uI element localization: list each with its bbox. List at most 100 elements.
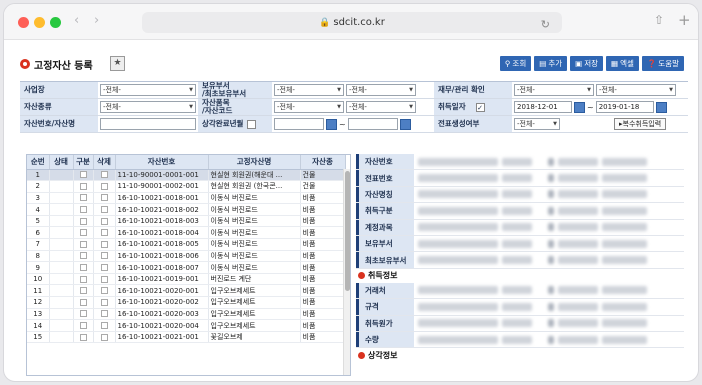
delete-checkbox[interactable] <box>100 229 108 237</box>
delete-checkbox[interactable] <box>100 333 108 341</box>
grid-scroll-thumb[interactable] <box>345 171 350 291</box>
acq-date-to-input[interactable]: 2019-01-18 <box>595 101 654 113</box>
type-checkbox[interactable] <box>79 182 87 190</box>
type-checkbox[interactable] <box>79 298 87 306</box>
first-holder-dept-select[interactable]: -전체- ▼ <box>346 84 416 96</box>
grid-header-cell[interactable]: 구분 <box>73 155 94 170</box>
type-checkbox[interactable] <box>79 171 87 179</box>
excel-button[interactable]: ▦ 엑셀 <box>606 56 639 71</box>
holder-dept-select[interactable]: -전체- ▼ <box>274 84 344 96</box>
table-row[interactable]: 15 16-10-10021-0021-001 꽃길오브제 비품 <box>27 331 346 344</box>
table-row[interactable]: 9 16-10-10021-0018-007 이동식 버진로드 비품 <box>27 261 346 274</box>
acq-date-checkbox[interactable]: ✓ <box>475 102 485 112</box>
asset-code-select[interactable]: -전체- ▼ <box>346 101 416 113</box>
multi-acq-input-button[interactable]: ▸복수취득입력 <box>614 118 667 130</box>
asset-item-select[interactable]: -전체- ▼ <box>274 101 344 113</box>
grid-scrollbar[interactable] <box>343 169 350 375</box>
detail-value[interactable] <box>414 170 684 185</box>
detail-value[interactable] <box>414 187 684 202</box>
table-row[interactable]: 7 16-10-10021-0018-005 이동식 버진로드 비품 <box>27 238 346 251</box>
save-button[interactable]: ▣ 저장 <box>570 56 604 71</box>
management-check-select[interactable]: -전체- ▼ <box>596 84 676 96</box>
calendar-icon[interactable] <box>326 118 337 130</box>
type-checkbox[interactable] <box>79 333 87 341</box>
type-checkbox[interactable] <box>79 206 87 214</box>
table-row[interactable]: 6 16-10-10021-0018-004 이동식 버진로드 비품 <box>27 226 346 240</box>
calendar-icon[interactable] <box>574 101 585 113</box>
type-checkbox[interactable] <box>79 287 87 295</box>
depr-complete-checkbox[interactable] <box>247 119 257 129</box>
detail-value[interactable] <box>414 203 684 218</box>
detail-value[interactable] <box>414 283 684 298</box>
delete-checkbox[interactable] <box>100 275 108 283</box>
delete-checkbox[interactable] <box>100 310 108 318</box>
delete-checkbox[interactable] <box>100 171 108 179</box>
delete-checkbox[interactable] <box>100 194 108 202</box>
type-checkbox[interactable] <box>79 275 87 283</box>
detail-value[interactable] <box>414 332 684 347</box>
detail-value[interactable] <box>414 252 684 267</box>
grid-header-cell[interactable]: 순번 <box>27 155 50 170</box>
asset-no-input[interactable] <box>100 118 196 130</box>
search-button[interactable]: ⚲ 조회 <box>499 56 532 71</box>
delete-checkbox[interactable] <box>100 206 108 214</box>
calendar-icon[interactable] <box>399 118 411 130</box>
detail-value[interactable] <box>414 299 684 314</box>
table-row[interactable]: 5 16-10-10021-0018-003 이동식 버진로드 비품 <box>27 215 346 228</box>
business-select[interactable]: -전체- ▼ <box>100 84 196 96</box>
detail-value[interactable] <box>414 154 684 169</box>
favorite-star-button[interactable]: ★ <box>110 56 125 71</box>
delete-checkbox[interactable] <box>100 217 108 225</box>
calendar-icon[interactable] <box>655 101 667 113</box>
detail-value[interactable] <box>414 220 684 235</box>
delete-checkbox[interactable] <box>100 182 108 190</box>
table-row[interactable]: 4 16-10-10021-0018-002 이동식 버진로드 비품 <box>27 203 346 216</box>
type-checkbox[interactable] <box>79 264 87 272</box>
add-button[interactable]: ▤ 추가 <box>534 56 568 71</box>
grid-header-cell[interactable]: 고정자산명 <box>208 155 301 170</box>
address-bar[interactable]: 🔒 sdcit.co.kr ↻ <box>142 12 562 33</box>
table-row[interactable]: 2 11-10-90001-0002-001 현실현 회원권 (한국콘... 건물 <box>27 180 346 193</box>
type-checkbox[interactable] <box>79 322 87 330</box>
forward-icon[interactable]: › <box>94 13 99 28</box>
grid-header-cell[interactable]: 삭제 <box>93 155 116 170</box>
type-checkbox[interactable] <box>79 194 87 202</box>
table-row[interactable]: 8 16-10-10021-0018-006 이동식 버진로드 비품 <box>27 250 346 263</box>
depr-from-input[interactable] <box>274 118 324 130</box>
delete-checkbox[interactable] <box>100 240 108 248</box>
delete-checkbox[interactable] <box>100 287 108 295</box>
asset-type-select[interactable]: -전체- ▼ <box>100 101 196 113</box>
table-row[interactable]: 1 11-10-90001-0001-001 현실현 회원권(해운대 ... 건물 <box>27 169 346 182</box>
share-icon[interactable]: ⇧ <box>654 13 664 27</box>
voucher-select[interactable]: -전체- ▼ <box>514 118 560 130</box>
zoom-window-button[interactable] <box>50 17 61 28</box>
type-checkbox[interactable] <box>79 240 87 248</box>
table-row[interactable]: 13 16-10-10021-0020-003 입구오브제세트 비품 <box>27 308 346 321</box>
table-row[interactable]: 14 16-10-10021-0020-004 입구오브제세트 비품 <box>27 319 346 332</box>
type-checkbox[interactable] <box>79 229 87 237</box>
new-tab-icon[interactable]: + <box>678 11 691 29</box>
grid-header-cell[interactable]: 자산번호 <box>115 155 209 170</box>
type-checkbox[interactable] <box>79 310 87 318</box>
type-checkbox[interactable] <box>79 217 87 225</box>
delete-checkbox[interactable] <box>100 322 108 330</box>
table-row[interactable]: 10 16-10-10021-0019-001 버진로드 계단 비품 <box>27 273 346 286</box>
table-row[interactable]: 3 16-10-10021-0018-001 이동식 버진로드 비품 <box>27 192 346 205</box>
type-checkbox[interactable] <box>79 252 87 260</box>
grid-header-cell[interactable]: 상태 <box>49 155 74 170</box>
detail-value[interactable] <box>414 236 684 251</box>
grid-header-cell[interactable]: 자산종 <box>300 155 346 170</box>
acq-date-from-input[interactable]: 2018-12-01 <box>514 101 572 113</box>
minimize-window-button[interactable] <box>34 17 45 28</box>
help-button[interactable]: ❓ 도움말 <box>641 56 684 71</box>
table-row[interactable]: 12 16-10-10021-0020-002 입구오브제세트 비품 <box>27 296 346 309</box>
delete-checkbox[interactable] <box>100 264 108 272</box>
reload-icon[interactable]: ↻ <box>541 14 550 35</box>
table-row[interactable]: 11 16-10-10021-0020-001 입구오브제세트 비품 <box>27 284 346 298</box>
back-icon[interactable]: ‹ <box>74 13 79 28</box>
depr-to-input[interactable] <box>347 118 398 130</box>
detail-value[interactable] <box>414 316 684 331</box>
finance-check-select[interactable]: -전체- ▼ <box>514 84 594 96</box>
delete-checkbox[interactable] <box>100 252 108 260</box>
close-window-button[interactable] <box>18 17 29 28</box>
